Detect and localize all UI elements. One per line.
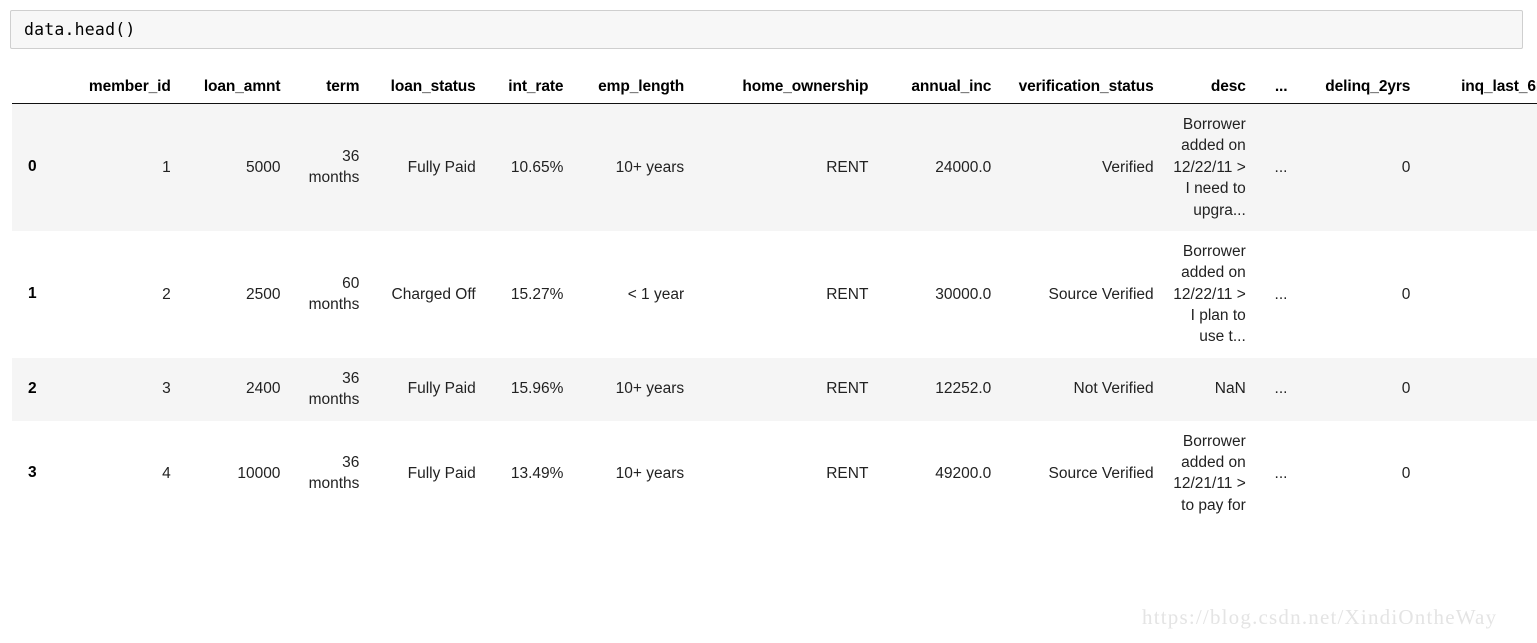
table-row: 0 1 5000 36 months Fully Paid 10.65% 10+… [12,103,1537,231]
cell-emp_length: 10+ years [571,357,693,421]
cell-verification_status: Not Verified [999,357,1162,421]
cell-delinq_2yrs: 0 [1401,464,1411,482]
dataframe-table: member_id loan_amnt term loan_status int… [12,78,1537,526]
row-index: 1 [28,285,37,303]
cell-loan_amnt: 10000 [237,464,281,482]
cell-home_ownership: RENT [826,285,869,303]
cell-annual_inc: 30000.0 [935,285,992,303]
cell-inq_last_6mth [1418,357,1537,421]
row-index: 0 [12,103,61,231]
row-index: 2 [12,357,61,421]
code-cell[interactable]: data.head() [10,10,1523,49]
cell-verification_status: Verified [999,103,1162,231]
table-body: 0 1 5000 36 months Fully Paid 10.65% 10+… [12,103,1537,527]
column-header-annual_inc: annual_inc [876,78,1000,104]
cell-int_rate: 13.49% [510,464,564,482]
cell-inq_last_6mth [1418,103,1537,231]
cell-desc: Borrower added on 12/21/11 > to pay for [1173,432,1246,514]
cell-ellipsis: ... [1253,357,1296,421]
column-header-int_rate: int_rate [483,78,572,104]
cell-loan_amnt: 2500 [245,285,281,303]
cell-loan_amnt: 2400 [178,357,289,421]
cell-verification_status: Source Verified [1048,285,1154,303]
cell-int_rate: 15.96% [483,357,572,421]
cell-term: 36 months [308,453,360,493]
cell-loan_status: Charged Off [391,285,476,303]
cell-member_id: 1 [60,103,179,231]
column-header-home_ownership: home_ownership [692,78,877,104]
cell-loan_status: Fully Paid [367,357,484,421]
cell-term: 60 months [308,274,360,314]
column-header-desc: desc [1161,78,1254,104]
cell-loan_status: Fully Paid [407,464,476,482]
cell-desc: NaN [1161,357,1254,421]
column-header-delinq_2yrs: delinq_2yrs [1295,78,1419,104]
cell-inq_last_6mth [1418,231,1537,358]
cell-member_id: 3 [60,357,179,421]
cell-annual_inc: 12252.0 [876,357,1000,421]
table-row: 3 4 10000 36 months Fully Paid 13.49% 10… [12,421,1537,527]
column-header-member_id: member_id [60,78,179,104]
cell-annual_inc: 49200.0 [935,464,992,482]
column-header-emp_length: emp_length [571,78,693,104]
cell-home_ownership: RENT [692,103,877,231]
cell-home_ownership: RENT [826,464,869,482]
column-header-verification_status: verification_status [999,78,1162,104]
dataframe-output: member_id loan_amnt term loan_status int… [0,78,1537,643]
column-header-loan_amnt: loan_amnt [178,78,289,104]
cell-term: 36 months [288,357,368,421]
cell-loan_status: Fully Paid [367,103,484,231]
column-header-ellipsis: ... [1253,78,1296,104]
cell-desc: Borrower added on 12/22/11 > I plan to u… [1173,242,1246,346]
cell-member_id: 2 [162,285,171,303]
row-index: 3 [28,464,37,482]
column-header-term: term [288,78,368,104]
header-row: member_id loan_amnt term loan_status int… [12,78,1537,104]
cell-loan_amnt: 5000 [178,103,289,231]
table-row: 2 3 2400 36 months Fully Paid 15.96% 10+… [12,357,1537,421]
cell-int_rate: 15.27% [510,285,564,303]
cell-ellipsis: ... [1253,103,1296,231]
column-header-loan_status: loan_status [367,78,484,104]
cell-delinq_2yrs: 0 [1401,285,1411,303]
cell-int_rate: 10.65% [483,103,572,231]
cell-emp_length: 10+ years [615,464,685,482]
code-cell-source[interactable]: data.head() [11,20,135,39]
cell-delinq_2yrs: 0 [1295,357,1419,421]
cell-emp_length: < 1 year [627,285,685,303]
cell-delinq_2yrs: 0 [1295,103,1419,231]
cell-desc: Borrower added on 12/22/11 > I need to u… [1161,103,1254,231]
cell-member_id: 4 [162,464,171,482]
cell-emp_length: 10+ years [571,103,693,231]
cell-inq_last_6mth [1418,421,1537,527]
cell-home_ownership: RENT [692,357,877,421]
cell-term: 36 months [288,103,368,231]
table-header: member_id loan_amnt term loan_status int… [12,78,1537,104]
cell-annual_inc: 24000.0 [876,103,1000,231]
cell-ellipsis: ... [1274,464,1288,482]
cell-verification_status: Source Verified [1048,464,1154,482]
cell-ellipsis: ... [1274,285,1288,303]
column-header-index [12,78,61,104]
column-header-inq_last_6mth: inq_last_6mth [1418,78,1537,104]
table-row: 1 2 2500 60 months Charged Off 15.27% < … [12,231,1537,358]
